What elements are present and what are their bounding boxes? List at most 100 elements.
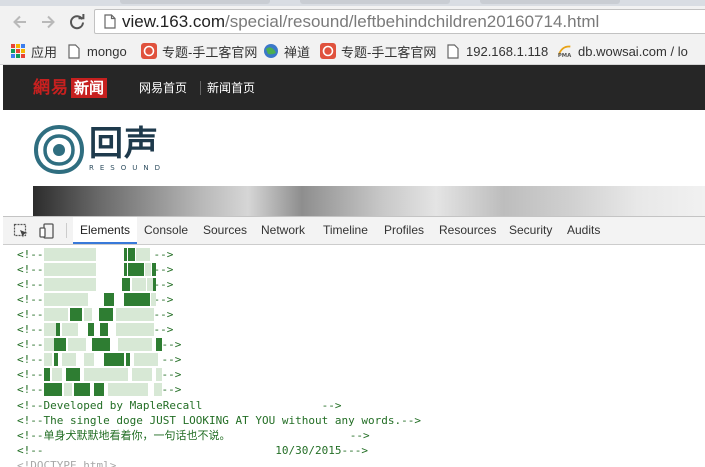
ascii-art-line: <!-- --> — [17, 367, 181, 382]
comment-close-token: --> — [161, 383, 182, 396]
pixel-art-segment — [43, 368, 162, 381]
tab-network[interactable]: Network — [261, 217, 305, 244]
pixel-block — [115, 308, 154, 321]
tab-timeline[interactable]: Timeline — [323, 217, 368, 244]
pixel-block — [151, 263, 156, 276]
pixel-block — [155, 338, 162, 351]
pixel-block — [121, 278, 130, 291]
tab-resources[interactable]: Resources — [439, 217, 496, 244]
comment-open-token: <!-- — [17, 278, 44, 291]
nav-link-news-home[interactable]: 新闻首页 — [207, 80, 255, 96]
pixel-block — [123, 293, 150, 306]
bookmark-label: 专题-手工客官网 — [341, 44, 437, 60]
reload-button[interactable] — [66, 11, 88, 33]
bookmark-label: 专题-手工客官网 — [162, 44, 258, 60]
bookmark-label: db.wowsai.com / lo — [578, 43, 688, 59]
comment-open-token: <!-- — [17, 323, 44, 336]
bookmark-mongo[interactable]: mongo — [66, 41, 127, 61]
tab-elements[interactable]: Elements — [73, 217, 138, 244]
pixel-block — [107, 383, 148, 396]
forward-button[interactable] — [37, 11, 59, 33]
comment-open-token: <!-- — [17, 338, 44, 351]
device-mobile-icon — [39, 223, 54, 239]
device-mode-button[interactable] — [38, 222, 56, 240]
browser-window: view.163.com/special/resound/leftbehindc… — [0, 0, 705, 467]
tab-audits[interactable]: Audits — [567, 217, 600, 244]
pixel-art-segment — [43, 383, 162, 396]
inspect-element-button[interactable] — [12, 222, 30, 240]
bookmark-shougongke-2[interactable]: 专题-手工客官网 — [320, 41, 436, 61]
pixel-art-segment — [43, 248, 154, 261]
comment-close-token: --> — [153, 308, 174, 321]
bookmark-label: mongo — [87, 43, 127, 59]
pixel-block — [83, 353, 94, 366]
credit-line-date: <!-- 10/30/2015---> — [17, 444, 368, 457]
pixel-block — [152, 278, 156, 291]
doctype-node[interactable]: <!DOCTYPE html> — [17, 458, 116, 467]
resound-logo-icon — [33, 124, 85, 175]
netease-news-logo[interactable]: 網易 新闻 — [33, 77, 108, 99]
pixel-art-segment — [43, 353, 162, 366]
ascii-art-line: <!-- --> — [17, 382, 181, 397]
credit-line-chinese: <!--单身犬默默地看着你，一句话也不说。 --> — [17, 429, 370, 442]
logo-news-text: 新闻 — [71, 78, 108, 98]
credit-line-developer: <!--Developed by MapleRecall --> — [17, 399, 342, 412]
pixel-block — [43, 353, 52, 366]
pixel-block — [61, 323, 78, 336]
pma-icon: PMA — [557, 43, 573, 59]
ascii-art-line: <!-- --> — [17, 247, 173, 262]
pixel-block — [125, 353, 130, 366]
pixel-block — [73, 383, 90, 396]
pixel-block — [115, 323, 154, 336]
bookmark-label: 192.168.1.118 — [466, 43, 549, 59]
bookmark-phpmyadmin[interactable]: PMA db.wowsai.com / lo — [557, 41, 688, 61]
comment-open-token: <!-- — [17, 248, 44, 261]
pixel-art-segment — [43, 263, 156, 276]
elements-dom-tree[interactable]: <!-- --> <!-- --> <!-- --> <!-- --> <!-- --> <!-- -… — [3, 245, 705, 467]
page-icon — [445, 43, 461, 59]
nav-divider — [200, 81, 201, 95]
globe-icon — [263, 43, 279, 59]
brand-title: 回声 — [89, 124, 159, 164]
brand-subtitle: RESOUND — [89, 164, 166, 172]
bookmark-ip[interactable]: 192.168.1.118 — [445, 41, 548, 61]
pixel-art-segment — [43, 293, 156, 306]
bookmark-shougongke-1[interactable]: 专题-手工客官网 — [141, 41, 257, 61]
pixel-block — [55, 323, 60, 336]
resound-brand[interactable]: 回声 RESOUND — [33, 123, 166, 175]
comment-open-token: <!-- — [17, 368, 44, 381]
pixel-block — [123, 263, 127, 276]
svg-text:PMA: PMA — [558, 53, 572, 59]
pixel-block — [51, 368, 62, 381]
tab-remnant[interactable] — [300, 0, 450, 4]
pixel-block — [127, 248, 135, 261]
tab-profiles[interactable]: Profiles — [384, 217, 424, 244]
back-button[interactable] — [9, 11, 31, 33]
pixel-art-segment — [43, 323, 154, 336]
pixel-art-segment — [43, 338, 162, 351]
pixel-block — [43, 278, 96, 291]
bookmark-chandao[interactable]: 禅道 — [263, 41, 310, 61]
nav-link-163-home[interactable]: 网易首页 — [139, 80, 187, 96]
tab-sources[interactable]: Sources — [203, 217, 247, 244]
pixel-art-segment — [43, 278, 156, 291]
tab-remnant[interactable] — [120, 0, 270, 4]
bookmarks-bar: 应用 mongo 专题-手工客官网 禅道 专题-手工客官网 192.168.1.… — [0, 38, 705, 65]
page-icon — [66, 43, 82, 59]
pixel-block — [53, 338, 66, 351]
ascii-art-line: <!-- --> — [17, 337, 181, 352]
tab-security[interactable]: Security — [509, 217, 552, 244]
pixel-block — [43, 293, 74, 306]
pixel-block — [83, 308, 92, 321]
pixel-block — [67, 338, 86, 351]
pixel-block — [61, 353, 76, 366]
pixel-block — [150, 293, 156, 306]
credit-line-english: <!--The single doge JUST LOOKING AT YOU … — [17, 414, 421, 427]
address-bar[interactable]: view.163.com/special/resound/leftbehindc… — [94, 9, 705, 34]
comment-open-token: <!-- — [17, 293, 44, 306]
tab-remnant[interactable] — [480, 0, 620, 4]
pixel-block — [43, 263, 96, 276]
red-site-icon — [320, 43, 336, 59]
bookmark-apps[interactable]: 应用 — [10, 41, 57, 61]
tab-console[interactable]: Console — [144, 217, 188, 244]
